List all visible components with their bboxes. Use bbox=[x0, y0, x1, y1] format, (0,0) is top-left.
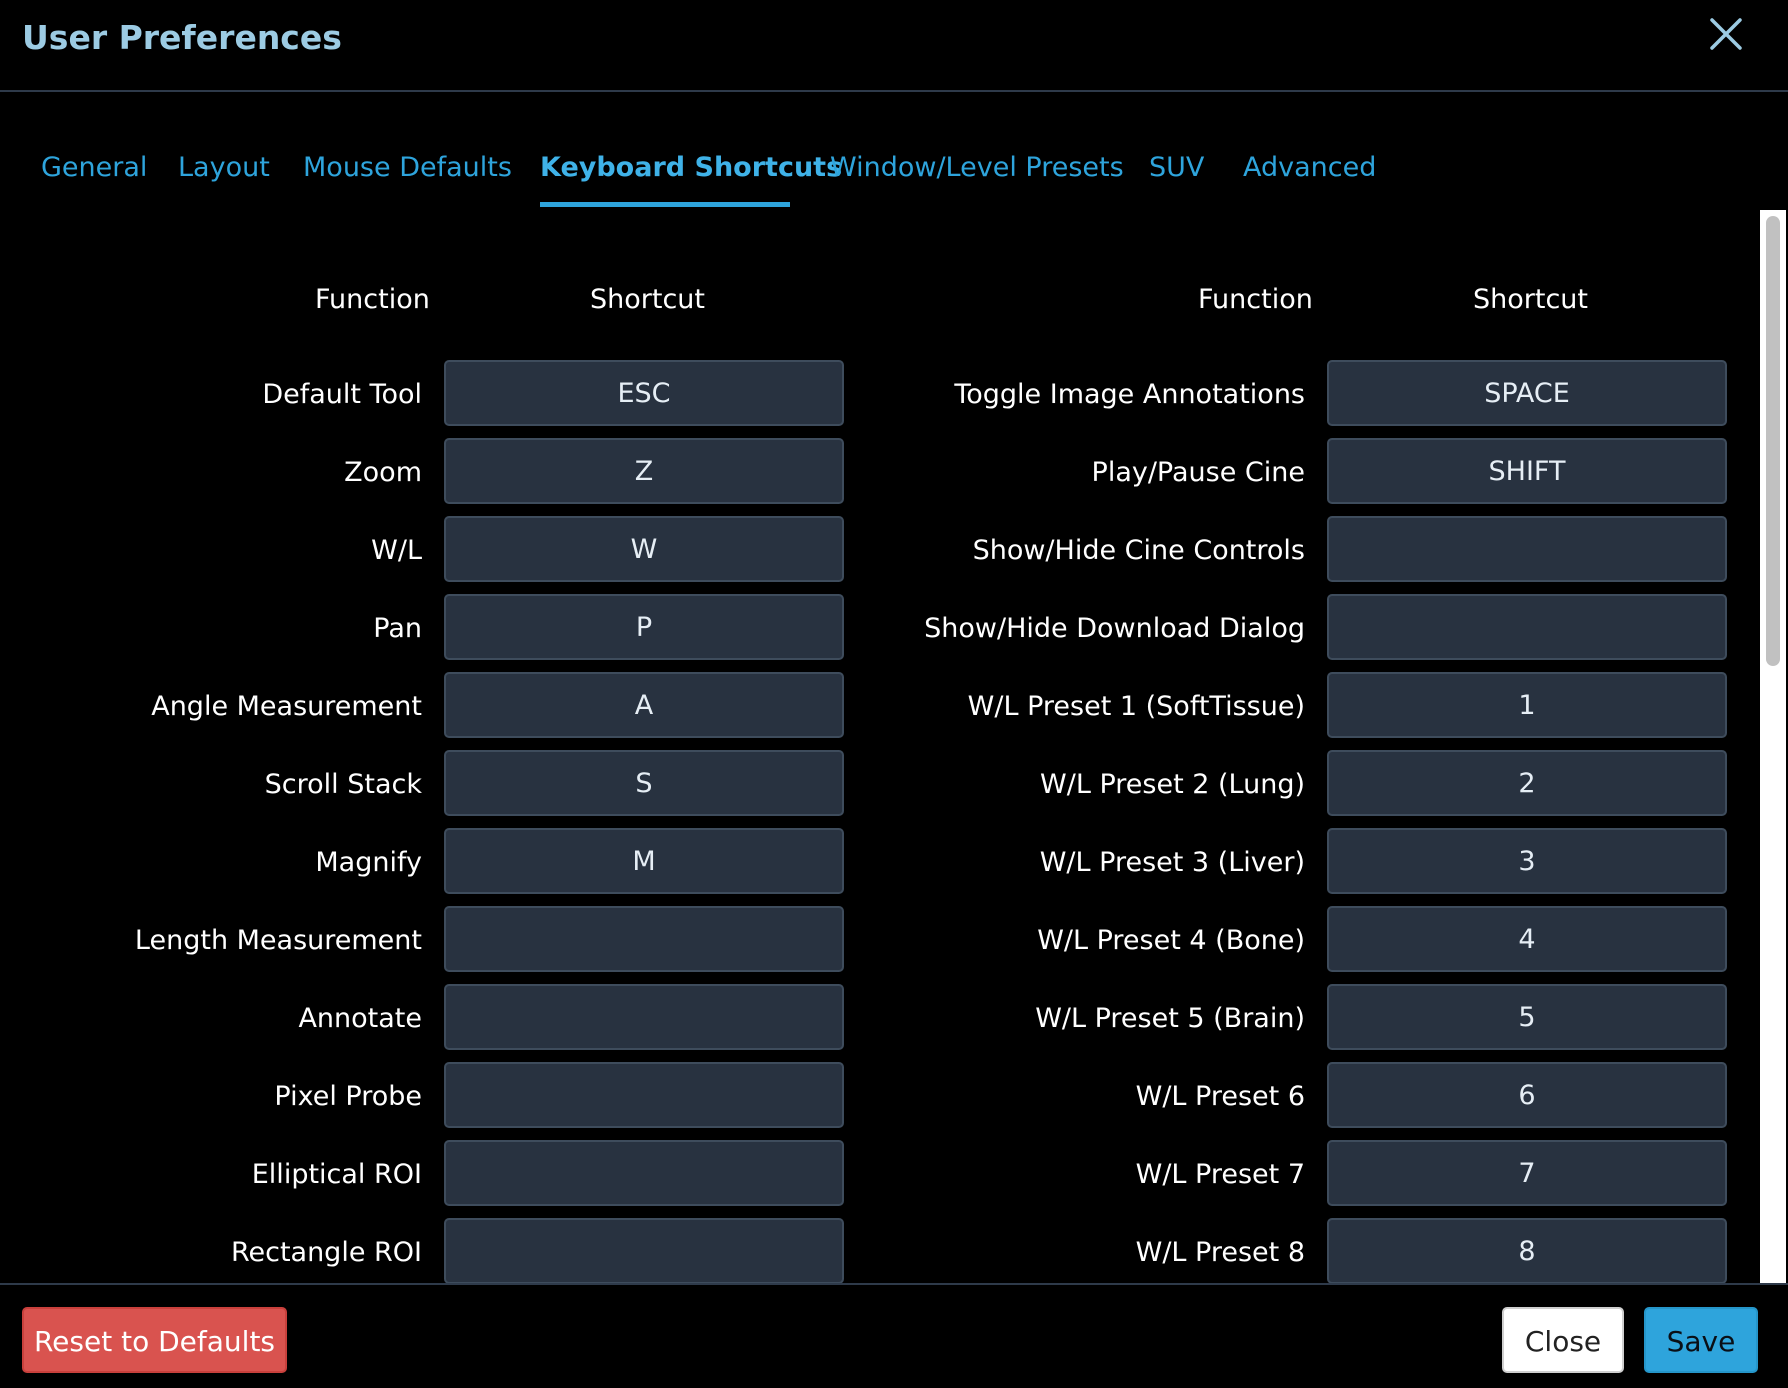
right-shortcut-input[interactable]: 2 bbox=[1327, 750, 1727, 816]
right-function-label: Play/Pause Cine bbox=[1091, 457, 1305, 488]
reset-to-defaults-button[interactable]: Reset to Defaults bbox=[22, 1307, 287, 1373]
right-function-label: Toggle Image Annotations bbox=[954, 379, 1305, 410]
tab-suv[interactable]: SUV bbox=[1149, 148, 1204, 188]
shortcut-key-value: 4 bbox=[1518, 923, 1536, 955]
right-function-label: Show/Hide Download Dialog bbox=[924, 613, 1305, 644]
left-shortcut-input[interactable]: M bbox=[444, 828, 844, 894]
right-shortcut-input[interactable]: 4 bbox=[1327, 906, 1727, 972]
preferences-tabs: General Layout Mouse Defaults Keyboard S… bbox=[0, 130, 1788, 210]
right-shortcut-input[interactable] bbox=[1327, 516, 1727, 582]
left-shortcut-input[interactable]: W bbox=[444, 516, 844, 582]
right-shortcut-input[interactable]: 1 bbox=[1327, 672, 1727, 738]
active-tab-indicator bbox=[540, 202, 790, 207]
shortcut-key-value: 8 bbox=[1518, 1235, 1536, 1267]
close-button[interactable]: Close bbox=[1502, 1307, 1624, 1373]
shortcuts-table: Function Shortcut Function Shortcut Defa… bbox=[0, 210, 1760, 1285]
left-function-label: Angle Measurement bbox=[151, 691, 422, 722]
right-function-label: W/L Preset 1 (SoftTissue) bbox=[967, 691, 1305, 722]
left-function-label: Scroll Stack bbox=[264, 769, 422, 800]
right-shortcut-input[interactable]: 6 bbox=[1327, 1062, 1727, 1128]
left-shortcut-header: Shortcut bbox=[590, 284, 706, 315]
shortcut-key-value: W bbox=[630, 533, 658, 565]
right-function-label: W/L Preset 2 (Lung) bbox=[1040, 769, 1305, 800]
right-function-label: W/L Preset 8 bbox=[1135, 1237, 1305, 1268]
left-shortcut-input[interactable] bbox=[444, 1140, 844, 1206]
close-icon[interactable] bbox=[1706, 14, 1746, 54]
left-shortcut-input[interactable]: S bbox=[444, 750, 844, 816]
right-shortcut-header: Shortcut bbox=[1473, 284, 1589, 315]
right-function-label: W/L Preset 7 bbox=[1135, 1159, 1305, 1190]
tab-keyboard-shortcuts[interactable]: Keyboard Shortcuts bbox=[540, 148, 842, 188]
content-scrollbar[interactable] bbox=[1760, 210, 1786, 1285]
shortcut-key-value: SPACE bbox=[1484, 377, 1570, 409]
shortcut-key-value: Z bbox=[634, 455, 654, 487]
right-shortcut-input[interactable]: 8 bbox=[1327, 1218, 1727, 1284]
left-function-label: Elliptical ROI bbox=[251, 1159, 422, 1190]
shortcut-key-value: P bbox=[635, 611, 653, 643]
tab-advanced[interactable]: Advanced bbox=[1243, 148, 1376, 188]
right-shortcut-input[interactable]: 7 bbox=[1327, 1140, 1727, 1206]
right-shortcut-input[interactable]: SHIFT bbox=[1327, 438, 1727, 504]
right-function-label: W/L Preset 3 (Liver) bbox=[1039, 847, 1305, 878]
left-shortcut-input[interactable] bbox=[444, 984, 844, 1050]
left-shortcut-input[interactable] bbox=[444, 1218, 844, 1284]
left-function-label: Length Measurement bbox=[134, 925, 422, 956]
left-function-label: Rectangle ROI bbox=[230, 1237, 422, 1268]
shortcut-key-value: 6 bbox=[1518, 1079, 1536, 1111]
shortcut-key-value: ESC bbox=[617, 377, 671, 409]
left-function-label: Magnify bbox=[315, 847, 422, 878]
left-shortcut-input[interactable]: ESC bbox=[444, 360, 844, 426]
shortcut-key-value: A bbox=[634, 689, 654, 721]
right-shortcut-input[interactable] bbox=[1327, 594, 1727, 660]
tab-mouse-defaults[interactable]: Mouse Defaults bbox=[303, 148, 512, 188]
right-function-label: W/L Preset 6 bbox=[1135, 1081, 1305, 1112]
left-shortcut-input[interactable]: A bbox=[444, 672, 844, 738]
left-function-label: Pixel Probe bbox=[274, 1081, 422, 1112]
left-shortcut-input[interactable]: Z bbox=[444, 438, 844, 504]
left-function-label: Default Tool bbox=[262, 379, 422, 410]
right-shortcut-input[interactable]: 5 bbox=[1327, 984, 1727, 1050]
left-shortcut-input[interactable] bbox=[444, 906, 844, 972]
shortcut-key-value: S bbox=[635, 767, 653, 799]
left-function-label: W/L bbox=[371, 535, 422, 566]
shortcut-key-value: SHIFT bbox=[1488, 455, 1566, 487]
save-button[interactable]: Save bbox=[1644, 1307, 1758, 1373]
tab-general[interactable]: General bbox=[41, 148, 147, 188]
left-function-header: Function bbox=[315, 284, 430, 315]
scrollbar-thumb[interactable] bbox=[1766, 216, 1780, 666]
shortcut-key-value: 2 bbox=[1518, 767, 1536, 799]
dialog-footer: Reset to Defaults Close Save bbox=[0, 1283, 1788, 1388]
left-function-label: Zoom bbox=[344, 457, 422, 488]
right-function-label: W/L Preset 4 (Bone) bbox=[1037, 925, 1305, 956]
dialog-title: User Preferences bbox=[22, 18, 342, 57]
shortcut-key-value: M bbox=[632, 845, 656, 877]
shortcut-key-value: 1 bbox=[1518, 689, 1536, 721]
right-shortcut-input[interactable]: 3 bbox=[1327, 828, 1727, 894]
right-function-header: Function bbox=[1198, 284, 1313, 315]
left-shortcut-input[interactable]: P bbox=[444, 594, 844, 660]
tab-window-level-presets[interactable]: Window/Level Presets bbox=[830, 148, 1124, 188]
shortcut-key-value: 3 bbox=[1518, 845, 1536, 877]
left-function-label: Pan bbox=[373, 613, 422, 644]
dialog-header: User Preferences bbox=[0, 0, 1788, 92]
right-function-label: Show/Hide Cine Controls bbox=[972, 535, 1305, 566]
left-shortcut-input[interactable] bbox=[444, 1062, 844, 1128]
right-shortcut-input[interactable]: SPACE bbox=[1327, 360, 1727, 426]
shortcut-key-value: 7 bbox=[1518, 1157, 1536, 1189]
right-function-label: W/L Preset 5 (Brain) bbox=[1035, 1003, 1305, 1034]
shortcut-key-value: 5 bbox=[1518, 1001, 1536, 1033]
tab-layout[interactable]: Layout bbox=[178, 148, 270, 188]
left-function-label: Annotate bbox=[298, 1003, 422, 1034]
